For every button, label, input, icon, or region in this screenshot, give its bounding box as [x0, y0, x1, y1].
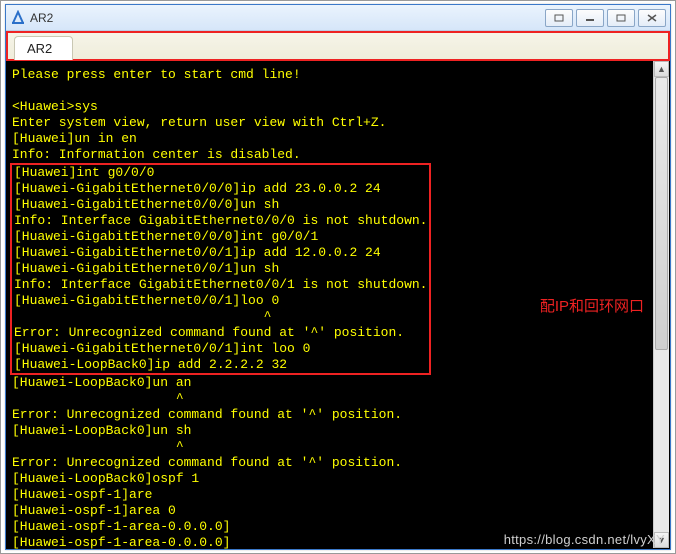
highlight-box: [Huawei]int g0/0/0 [Huawei-GigabitEthern… — [10, 163, 431, 375]
tab-strip: AR2 — [6, 31, 670, 61]
term-line: [Huawei-GigabitEthernet0/0/1]un sh — [14, 261, 279, 276]
scroll-thumb[interactable] — [655, 77, 668, 350]
term-line: [Huawei-LoopBack0]un sh — [12, 423, 191, 438]
term-line: Error: Unrecognized command found at '^'… — [12, 455, 402, 470]
term-line: [Huawei-GigabitEthernet0/0/0]ip add 23.0… — [14, 181, 381, 196]
titlebar: AR2 — [6, 5, 670, 31]
term-line: [Huawei-ospf-1]area 0 — [12, 503, 176, 518]
maximize-button[interactable] — [607, 9, 635, 27]
term-line: [Huawei-LoopBack0]un an — [12, 375, 191, 390]
term-line: [Huawei]un in en — [12, 131, 137, 146]
app-window: AR2 AR2 Please press enter to start cmd … — [5, 4, 671, 550]
term-line: Error: Unrecognized command found at '^'… — [14, 325, 404, 340]
scroll-up-button[interactable]: ▲ — [654, 61, 669, 77]
tab-ar2[interactable]: AR2 — [14, 36, 73, 60]
term-line: [Huawei-LoopBack0]ip add 2.2.2.2 32 — [14, 357, 287, 372]
term-line: Info: Interface GigabitEthernet0/0/1 is … — [14, 277, 427, 292]
term-line: [Huawei-GigabitEthernet0/0/1]ip add 12.0… — [14, 245, 381, 260]
term-line: [Huawei]int g0/0/0 — [14, 165, 154, 180]
close-button[interactable] — [638, 9, 666, 27]
term-line: ^ — [12, 391, 184, 406]
term-line: Error: Unrecognized command found at '^'… — [12, 407, 402, 422]
term-line: [Huawei-GigabitEthernet0/0/0]int g0/0/1 — [14, 229, 318, 244]
watermark: https://blog.csdn.net/lvyXY — [504, 532, 665, 547]
window-title: AR2 — [30, 11, 53, 25]
term-line: [Huawei-GigabitEthernet0/0/1]int loo 0 — [14, 341, 310, 356]
term-line: [Huawei-GigabitEthernet0/0/0]un sh — [14, 197, 279, 212]
term-line: ^ — [12, 439, 184, 454]
term-line: Please press enter to start cmd line! — [12, 67, 301, 82]
term-line: [Huawei-GigabitEthernet0/0/1]loo 0 — [14, 293, 279, 308]
app-icon — [10, 10, 26, 26]
term-line: ^ — [14, 309, 271, 324]
term-line: Enter system view, return user view with… — [12, 115, 386, 130]
term-line: [Huawei-ospf-1]are — [12, 487, 152, 502]
term-line: [Huawei-ospf-1-area-0.0.0.0] — [12, 535, 230, 549]
annotation-text: 配IP和回环网口 — [540, 295, 644, 316]
term-line: Info: Interface GigabitEthernet0/0/0 is … — [14, 213, 427, 228]
term-line: <Huawei>sys — [12, 99, 98, 114]
scroll-track[interactable] — [654, 77, 669, 532]
extra-button[interactable] — [545, 9, 573, 27]
term-line: Info: Information center is disabled. — [12, 147, 301, 162]
vertical-scrollbar[interactable]: ▲ ▼ — [653, 61, 669, 548]
minimize-button[interactable] — [576, 9, 604, 27]
tab-label: AR2 — [27, 41, 52, 56]
term-line: [Huawei-ospf-1-area-0.0.0.0] — [12, 519, 230, 534]
term-line: [Huawei-LoopBack0]ospf 1 — [12, 471, 199, 486]
